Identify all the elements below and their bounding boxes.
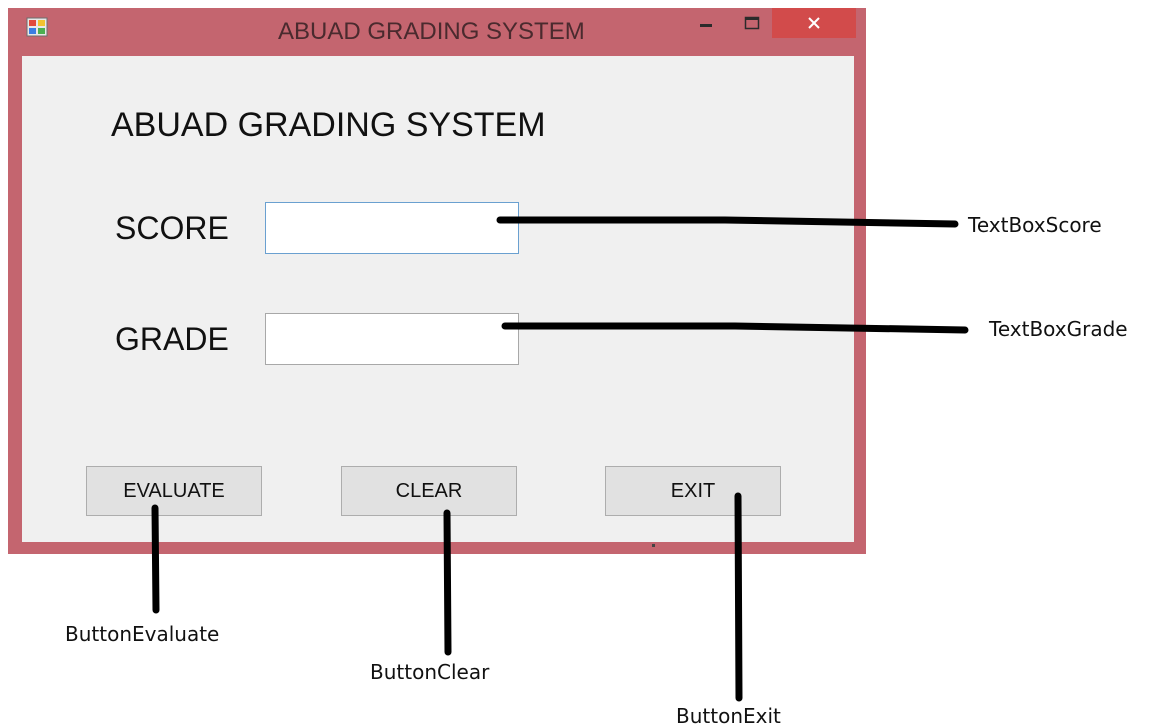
annotation-textbox-score: TextBoxScore	[968, 213, 1102, 237]
pointer-line-button-evaluate	[151, 504, 160, 614]
annotation-button-evaluate: ButtonEvaluate	[65, 622, 220, 646]
annotation-textbox-grade: TextBoxGrade	[989, 317, 1128, 341]
pointer-line-button-clear	[443, 509, 452, 656]
pointer-line-textbox-grade	[501, 322, 969, 334]
annotation-lines	[151, 216, 969, 702]
annotation-button-exit: ButtonExit	[676, 704, 781, 728]
pointer-line-textbox-score	[496, 216, 959, 228]
pointer-line-button-exit	[734, 492, 743, 702]
annotation-button-clear: ButtonClear	[370, 660, 490, 684]
